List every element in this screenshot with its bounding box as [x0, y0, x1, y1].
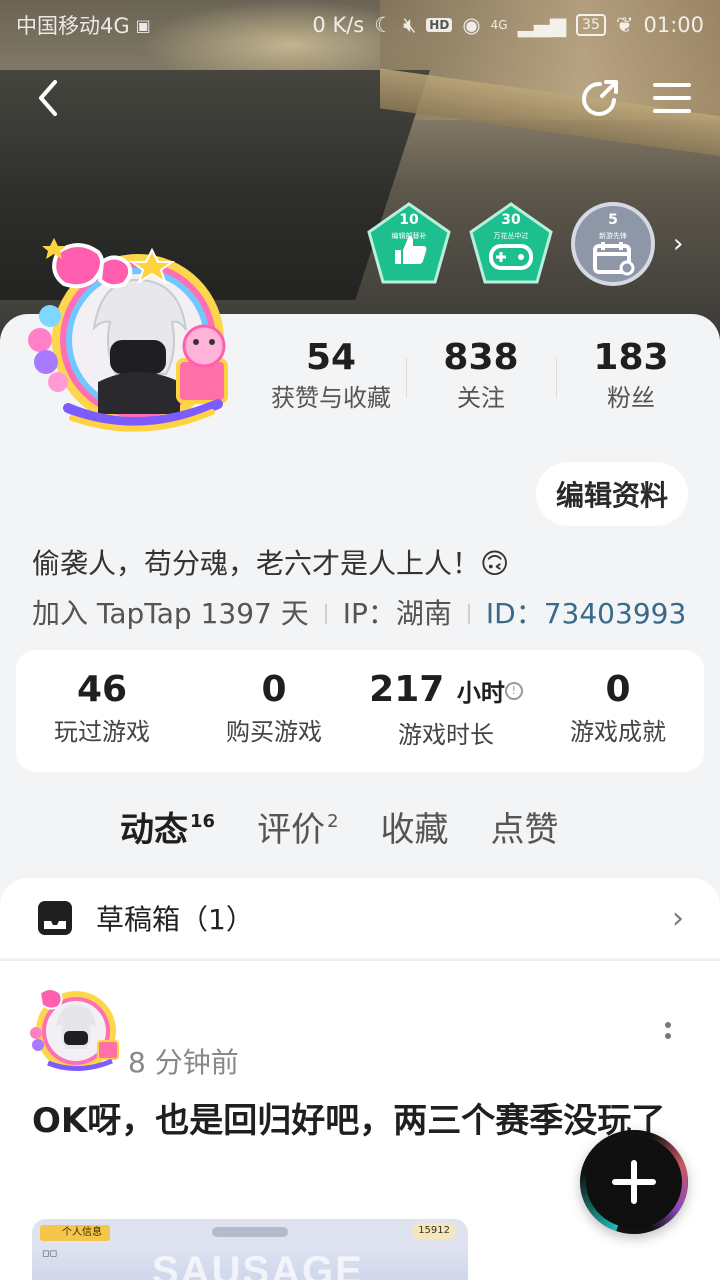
game-stats-panel: 46 玩过游戏 0 购买游戏 217 小时! 游戏时长 0 游戏成就 [16, 650, 704, 772]
menu-button[interactable] [644, 70, 700, 126]
achievements[interactable]: 0 游戏成就 [532, 668, 704, 772]
game-stat-value: 0 [261, 669, 287, 710]
game-stat-label: 游戏时长 [398, 721, 494, 749]
stat-likes[interactable]: 54 获赞与收藏 [256, 336, 406, 416]
menu-icon [653, 83, 691, 113]
content-tabs: 动态 16 评价 2 收藏 点赞 [120, 800, 601, 866]
tab-count: 16 [190, 811, 216, 832]
games-purchased[interactable]: 0 购买游戏 [188, 668, 360, 772]
drag-handle [212, 1227, 288, 1237]
user-avatar[interactable] [28, 232, 238, 432]
stat-label: 粉丝 [607, 384, 655, 412]
badge-number: 5 [608, 212, 618, 228]
draft-box-icon [38, 901, 72, 935]
thumb-tag: 个人信息 [40, 1225, 110, 1241]
chevron-right-icon: › [672, 900, 684, 936]
thumb-score: 15912 [412, 1223, 456, 1239]
play-time[interactable]: 217 小时! 游戏时长 [360, 668, 532, 772]
tab-label: 动态 [120, 810, 188, 850]
user-meta: 加入 TapTap 1397 天 IP：湖南 ID：73403993 [32, 592, 686, 636]
thumb-logo: SAUSAGE [152, 1249, 364, 1280]
stat-label: 关注 [457, 384, 505, 412]
plus-icon [612, 1160, 656, 1204]
game-stat-label: 购买游戏 [226, 718, 322, 746]
badge-caption: 新游先锋 [599, 232, 627, 240]
back-button[interactable] [20, 70, 76, 126]
stat-label: 获赞与收藏 [271, 384, 391, 412]
tab-favorites[interactable]: 收藏 [381, 800, 449, 866]
tab-label: 评价 [257, 810, 326, 850]
carrier-label: 中国移动4G [16, 14, 130, 38]
divider [467, 604, 470, 624]
moon-icon: ☾ [374, 13, 394, 37]
game-stat-value: 0 [605, 669, 631, 710]
tab-reviews[interactable]: 评价 2 [257, 800, 338, 866]
play-time-unit: 小时 [456, 679, 505, 707]
edit-profile-button[interactable]: 编辑资料 [536, 462, 688, 526]
stat-following[interactable]: 838 关注 [406, 336, 556, 416]
info-icon[interactable]: ! [504, 682, 523, 700]
share-button[interactable] [572, 70, 628, 126]
badge-number: 30 [501, 212, 521, 228]
network-type: 4G [490, 18, 508, 32]
divider [324, 604, 327, 624]
post-text: OK呀，也是回归好吧，两三个赛季没玩了 [32, 1101, 666, 1141]
badge-collector[interactable]: 30 万花丛中过 [467, 200, 555, 288]
clock: 01:00 [643, 13, 704, 37]
user-id[interactable]: ID：73403993 [486, 592, 686, 636]
chevron-right-icon[interactable]: › [673, 229, 683, 259]
post-author-avatar[interactable] [28, 981, 122, 1075]
play-time-value: 217 小时! [360, 668, 532, 715]
network-speed: 0 K/s [312, 13, 365, 37]
feed-post[interactable]: 8 分钟前 OK呀，也是回归好吧，两三个赛季没玩了 个人信息 15912 ◻◻ … [0, 960, 720, 1280]
user-bio: 偷袭人，苟分魂，老六才是人上人！🙃 [32, 547, 510, 580]
eye-icon: ◉ [462, 13, 481, 37]
share-icon [582, 80, 618, 116]
badge-editor[interactable]: 10 编辑部替补 [365, 200, 453, 288]
signal-icon: ▂▄▆ [517, 13, 567, 37]
joined-days: 加入 TapTap 1397 天 [32, 597, 309, 630]
stat-followers[interactable]: 183 粉丝 [556, 336, 706, 416]
more-options-icon[interactable] [660, 1019, 676, 1049]
tab-count: 2 [327, 811, 339, 832]
badge-number: 10 [399, 212, 419, 228]
thumb-info: ◻◻ [42, 1249, 57, 1259]
battery-indicator: 35 [576, 14, 606, 36]
tab-feed[interactable]: 动态 16 [120, 800, 215, 866]
drafts-row[interactable]: 草稿箱（1） › [0, 878, 720, 958]
drafts-label: 草稿箱（1） [96, 903, 254, 936]
game-stat-value: 46 [76, 669, 128, 710]
badge-row[interactable]: 10 编辑部替补 30 万花丛中过 5 新游先锋 › [365, 200, 683, 288]
stat-value: 183 [593, 337, 669, 378]
badge-caption: 编辑部替补 [391, 232, 427, 240]
back-arrow-icon [39, 80, 57, 116]
badge-caption: 万花丛中过 [493, 232, 529, 240]
hd-badge: HD [426, 18, 453, 32]
game-stat-value: 217 [369, 669, 445, 710]
ip-location: IP：湖南 [342, 597, 452, 630]
sim-icon: ▣ [135, 15, 151, 35]
tab-label: 点赞 [490, 810, 559, 850]
stat-value: 838 [443, 337, 519, 378]
stat-value: 54 [305, 337, 357, 378]
post-time: 8 分钟前 [128, 1046, 239, 1079]
badge-pioneer[interactable]: 5 新游先锋 [569, 200, 657, 288]
game-stat-label: 玩过游戏 [54, 718, 150, 746]
games-played[interactable]: 46 玩过游戏 [16, 668, 188, 772]
tab-likes[interactable]: 点赞 [491, 800, 559, 866]
tab-label: 收藏 [380, 810, 449, 850]
create-post-button[interactable] [580, 1130, 688, 1234]
game-stat-label: 游戏成就 [570, 718, 666, 746]
profile-stats: 54 获赞与收藏 838 关注 183 粉丝 [256, 336, 706, 416]
status-bar: 中国移动4G ▣ 0 K/s ☾ 🔇︎ HD ◉ 4G ▂▄▆ 35 ❦ 01:… [0, 0, 720, 50]
leaf-icon: ❦ [615, 13, 634, 37]
mute-icon: 🔇︎ [403, 12, 417, 37]
post-image[interactable]: 个人信息 15912 ◻◻ SAUSAGE [32, 1219, 468, 1280]
